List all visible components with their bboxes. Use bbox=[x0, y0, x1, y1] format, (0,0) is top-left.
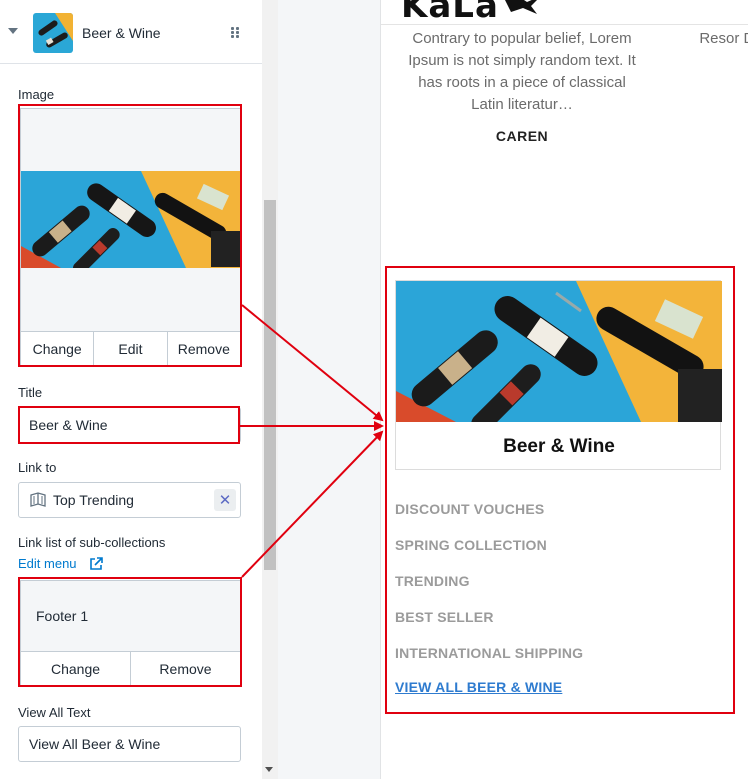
link-value: Top Trending bbox=[53, 492, 134, 508]
block-header[interactable]: Beer & Wine bbox=[0, 0, 262, 64]
wine-image bbox=[21, 171, 240, 268]
sub-collection-link[interactable]: DISCOUNT VOUCHES bbox=[395, 501, 544, 517]
edit-menu-link[interactable]: Edit menu bbox=[18, 556, 77, 571]
header-divider bbox=[381, 24, 748, 25]
image-remove-button[interactable]: Remove bbox=[168, 332, 240, 365]
image-actions: Change Edit Remove bbox=[21, 331, 240, 365]
view-all-input[interactable]: View All Beer & Wine bbox=[18, 726, 241, 762]
sub-collection-link[interactable]: BEST SELLER bbox=[395, 609, 494, 625]
title-label: Title bbox=[18, 385, 43, 400]
menu-actions: Change Remove bbox=[21, 651, 240, 685]
image-label: Image bbox=[18, 87, 55, 102]
store-preview: KaLa Contrary to popular belief, Lorem I… bbox=[380, 0, 748, 779]
block-thumbnail bbox=[33, 13, 73, 53]
sub-collection-link[interactable]: TRENDING bbox=[395, 573, 470, 589]
screenshot-root: Beer & Wine Image Change Edit Remove Tit… bbox=[0, 0, 748, 779]
clear-link-icon[interactable]: ✕ bbox=[214, 489, 236, 511]
image-picker: Change Edit Remove bbox=[20, 108, 241, 366]
image-edit-button[interactable]: Edit bbox=[94, 332, 168, 365]
scroll-down-icon[interactable] bbox=[265, 767, 273, 772]
drag-handle-icon[interactable] bbox=[231, 27, 241, 39]
title-input[interactable]: Beer & Wine bbox=[18, 407, 241, 443]
menu-remove-button[interactable]: Remove bbox=[131, 652, 240, 685]
view-all-label: View All Text bbox=[18, 705, 91, 720]
menu-name: Footer 1 bbox=[36, 608, 89, 624]
scrollbar-thumb[interactable] bbox=[264, 200, 276, 570]
chevron-down-icon[interactable] bbox=[8, 28, 18, 34]
testimonial-text: Contrary to popular belief, Lorem Ipsum … bbox=[408, 30, 636, 113]
collection-card-title[interactable]: Beer & Wine bbox=[396, 436, 722, 458]
sublist-label: Link list of sub-collections bbox=[18, 535, 166, 550]
block-title: Beer & Wine bbox=[82, 25, 161, 41]
sub-collection-link[interactable]: SPRING COLLECTION bbox=[395, 537, 547, 553]
link-label: Link to bbox=[18, 460, 57, 475]
sub-collection-link[interactable]: INTERNATIONAL SHIPPING bbox=[395, 645, 583, 661]
logo-mark-icon bbox=[505, 0, 537, 14]
collection-card[interactable]: Beer & Wine bbox=[395, 280, 722, 470]
testimonial-author: CAREN bbox=[495, 128, 549, 144]
store-logo[interactable]: KaLa bbox=[401, 0, 499, 26]
menu-picker: Footer 1 Change Remove bbox=[20, 580, 241, 686]
image-change-button[interactable]: Change bbox=[21, 332, 95, 365]
collection-image[interactable] bbox=[396, 281, 722, 422]
link-picker[interactable]: Top Trending ✕ bbox=[18, 482, 241, 518]
testimonial-text-partial: Resor Drizly dc price m bbox=[699, 30, 748, 47]
collection-icon bbox=[29, 492, 47, 508]
editor-panel: Beer & Wine Image Change Edit Remove Tit… bbox=[0, 0, 262, 779]
view-all-link[interactable]: VIEW ALL BEER & WINE bbox=[395, 679, 562, 695]
external-link-icon[interactable] bbox=[89, 557, 103, 571]
menu-change-button[interactable]: Change bbox=[21, 652, 131, 685]
